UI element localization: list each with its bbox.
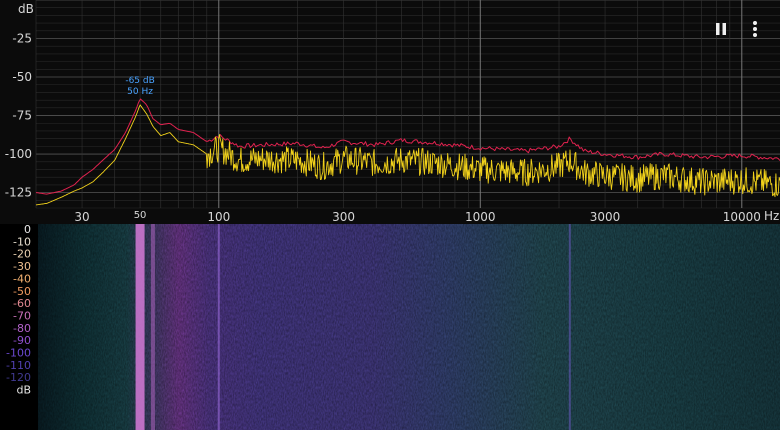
x-unit-label: Hz	[764, 209, 779, 223]
x-tick-label: 300	[332, 210, 355, 224]
spectrogram-band	[135, 224, 145, 430]
db-scale-label: -100	[6, 347, 31, 360]
y-tick-label: -25	[12, 32, 32, 46]
db-scale-label: -110	[6, 359, 31, 372]
db-scale-label: -90	[13, 334, 31, 347]
db-scale-label: -80	[13, 322, 31, 335]
x-tick-label: 10000	[723, 210, 761, 224]
spectrum-plot[interactable]: dB -25 -50 -75 -100 -125 Hz 30 50 100 300 1000 30…	[0, 0, 780, 224]
y-tick-label: -75	[12, 109, 32, 123]
spectrogram[interactable]: 0-10-20-30-40-50-60-70-80-90-100-110-120…	[0, 224, 780, 430]
y-tick-label: -100	[5, 147, 32, 161]
db-scale-label: -30	[13, 260, 31, 273]
more-vert-icon	[753, 21, 757, 37]
db-scale-label: -70	[13, 309, 31, 322]
x-tick-label: 1000	[465, 210, 496, 224]
db-scale-label: -120	[6, 371, 31, 384]
pause-icon	[716, 23, 726, 35]
pause-button[interactable]	[710, 18, 732, 40]
db-scale-label: -60	[13, 297, 31, 310]
y-tick-label: -125	[5, 186, 32, 200]
spectrogram-band	[217, 224, 220, 430]
y-tick-label: -50	[12, 70, 32, 84]
db-scale-label: dB	[16, 384, 31, 397]
db-scale-label: -10	[13, 235, 31, 248]
spectrogram-band	[568, 224, 571, 430]
more-options-button[interactable]	[744, 18, 766, 40]
peak-level-label: -65 dB	[125, 76, 154, 86]
spectrogram-band	[150, 224, 155, 430]
x-tick-label: 3000	[590, 210, 621, 224]
db-scale-label: -40	[13, 272, 31, 285]
spectrogram-texture	[38, 224, 780, 430]
x-tick-label: 50	[134, 210, 147, 221]
x-tick-label: 100	[207, 210, 230, 224]
y-unit-label: dB	[18, 2, 34, 16]
peak-freq-label: 50 Hz	[127, 87, 153, 97]
db-scale-label: -20	[13, 248, 31, 261]
peak-marker: -65 dB 50 Hz	[125, 76, 154, 97]
db-scale-label: 0	[24, 224, 31, 236]
db-scale-label: -50	[13, 285, 31, 298]
x-tick-label: 30	[74, 210, 89, 224]
